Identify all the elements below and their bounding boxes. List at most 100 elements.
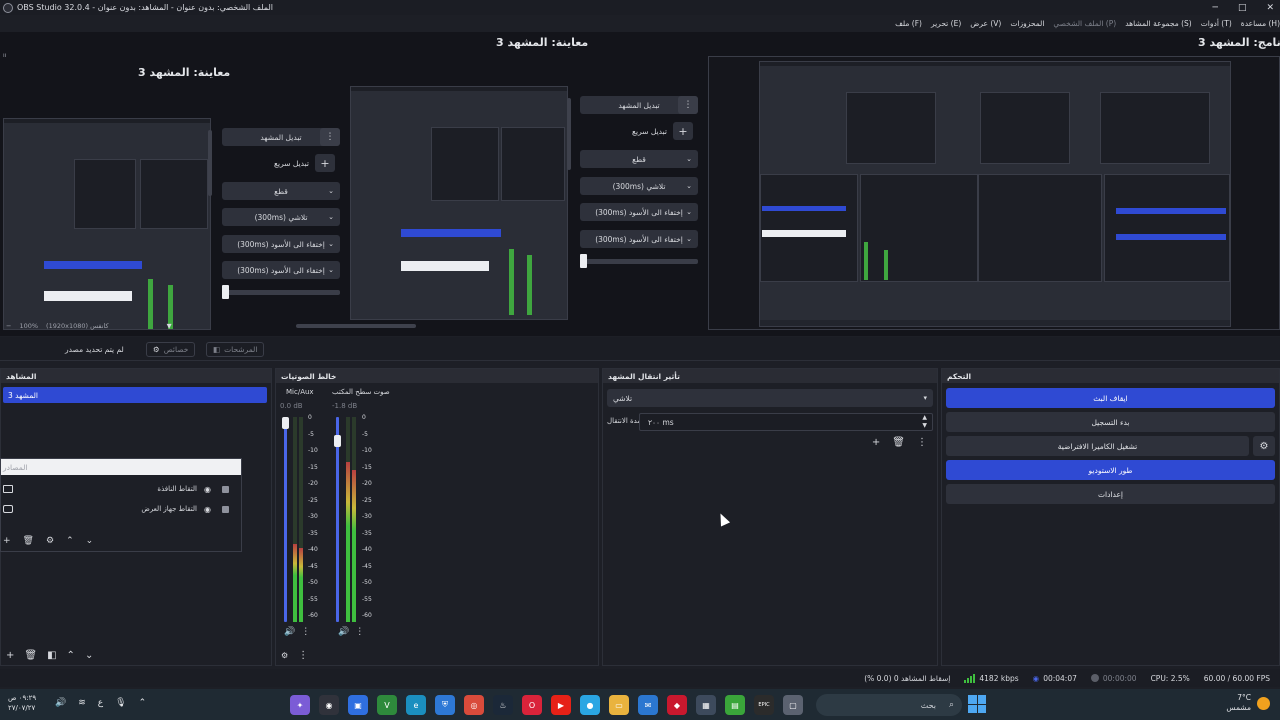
move-up-icon[interactable]: ⌃: [66, 536, 74, 546]
move-down-icon[interactable]: ⌄: [85, 650, 93, 661]
more-icon[interactable]: ⋮: [678, 96, 698, 114]
fader-handle[interactable]: [282, 417, 289, 429]
app-circle-icon[interactable]: ●: [580, 695, 600, 715]
tbar-slider-left[interactable]: [222, 285, 340, 299]
quick-transition-mid[interactable]: تبديل سريع +: [632, 122, 693, 140]
menu-help[interactable]: (H) مساعدة: [1241, 19, 1280, 28]
fader-handle[interactable]: [334, 435, 341, 447]
duration-input[interactable]: ٢٠٠ ms ▲ ▼: [639, 413, 933, 431]
tray-chevron-up-icon[interactable]: ⌃: [139, 698, 147, 708]
chrome-icon[interactable]: ◎: [464, 695, 484, 715]
menu-file[interactable]: (F) ملف: [895, 19, 922, 28]
fade-black-dropdown-mid-2[interactable]: (300ms) إختفاء الى الأسود ⌄: [580, 230, 698, 248]
store-icon[interactable]: ▦: [696, 695, 716, 715]
app-gray-icon[interactable]: ▢: [783, 695, 803, 715]
preview-view-mid[interactable]: [350, 86, 568, 320]
steam-icon[interactable]: ♨: [493, 695, 513, 715]
windows-start-icon[interactable]: [968, 695, 986, 713]
settings-button[interactable]: إعدادات: [946, 484, 1275, 504]
move-up-icon[interactable]: ⌃: [67, 650, 75, 661]
close-button[interactable]: ✕: [1266, 3, 1274, 13]
zoom-chevron-icon[interactable]: ▼: [167, 322, 172, 330]
add-transition-icon[interactable]: +: [872, 437, 880, 448]
fade-dropdown-mid[interactable]: (300ms) تلاشي ⌄: [580, 177, 698, 195]
tbar-handle[interactable]: [580, 254, 587, 268]
vim-icon[interactable]: V: [377, 695, 397, 715]
start-recording-button[interactable]: بدء التسجيل: [946, 412, 1275, 432]
filters-button[interactable]: ◧ المرشحات: [206, 342, 265, 357]
cut-dropdown-left[interactable]: قطع ⌄: [222, 182, 340, 200]
source-item[interactable]: التقاط النافذة ◉: [3, 481, 235, 497]
obs-icon[interactable]: ◉: [319, 695, 339, 715]
menu-edit[interactable]: (E) تحرير: [931, 19, 961, 28]
more-icon[interactable]: ⋮: [355, 627, 364, 637]
fade-black-dropdown-left-2[interactable]: (300ms) إختفاء الى الأسود ⌄: [222, 261, 340, 279]
menu-docks[interactable]: المحزوزات: [1010, 19, 1044, 28]
trash-icon[interactable]: 🗑: [892, 437, 905, 448]
add-scene-icon[interactable]: +: [6, 650, 14, 661]
transition-select[interactable]: تلاشي ▾: [607, 389, 933, 407]
taskbar-search[interactable]: بحث ⌕: [816, 694, 962, 716]
fade-black-dropdown-left-1[interactable]: (300ms) إختفاء الى الأسود ⌄: [222, 235, 340, 253]
wifi-icon[interactable]: ≋: [78, 698, 86, 708]
volume-icon[interactable]: 🔊: [55, 698, 66, 708]
more-icon[interactable]: ⋮: [301, 627, 310, 637]
stop-streaming-button[interactable]: ايقاف البث: [946, 388, 1275, 408]
filter-icon[interactable]: ◧: [47, 650, 56, 661]
mail-icon[interactable]: ✉: [638, 695, 658, 715]
more-icon[interactable]: ⋮: [917, 437, 927, 448]
move-down-icon[interactable]: ⌄: [86, 536, 94, 546]
preview-vscroll-left[interactable]: [208, 130, 212, 196]
plus-icon[interactable]: +: [314, 154, 335, 172]
menu-tools[interactable]: (T) أدوات: [1201, 19, 1232, 28]
volume-fader-desktop[interactable]: [334, 417, 341, 622]
microphone-icon[interactable]: 🎙: [115, 698, 126, 708]
properties-button[interactable]: ⚙ خصائص: [146, 342, 196, 357]
more-icon[interactable]: ⋮: [298, 650, 308, 661]
speaker-icon[interactable]: 🔊: [338, 627, 349, 637]
program-view[interactable]: [708, 56, 1280, 330]
virtual-camera-button[interactable]: تشغيل الكاميرا الافتراضية: [946, 436, 1249, 456]
shield-icon[interactable]: ⛨: [435, 695, 455, 715]
tbar-slider-mid[interactable]: [580, 254, 698, 268]
scene-list-item[interactable]: المشهد 3: [3, 387, 267, 403]
fade-black-dropdown-mid-1[interactable]: (300ms) إختفاء الى الأسود ⌄: [580, 203, 698, 221]
preview-area[interactable]: برنامج: المشهد 3 معاينة: المشهد 3 معاينة…: [0, 32, 1280, 336]
red-app-icon[interactable]: ◆: [667, 695, 687, 715]
scene-switch-button-mid[interactable]: تبديل المشهد ⋮: [580, 96, 698, 114]
cut-dropdown-mid[interactable]: قطع ⌄: [580, 150, 698, 168]
virtual-camera-gear-icon[interactable]: ⚙: [1253, 436, 1275, 456]
fade-dropdown-left[interactable]: (300ms) تلاشي ⌄: [222, 208, 340, 226]
tbar-handle[interactable]: [222, 285, 229, 299]
menu-scene-collection[interactable]: (S) مجموعة المشاهد: [1125, 19, 1192, 28]
quick-transition-left[interactable]: تبديل سريع +: [274, 154, 335, 172]
studio-mode-button[interactable]: طور الاستوديو: [946, 460, 1275, 480]
eye-icon[interactable]: ◉: [204, 485, 211, 494]
speaker-icon[interactable]: 🔊: [284, 627, 295, 637]
edge-icon[interactable]: e: [406, 695, 426, 715]
eye-icon[interactable]: ◉: [204, 505, 211, 514]
add-source-icon[interactable]: +: [3, 536, 11, 546]
minimize-button[interactable]: ─: [1213, 3, 1218, 13]
lock-icon[interactable]: [222, 505, 229, 513]
audio-settings-icon[interactable]: ⚙: [281, 651, 288, 660]
weather-widget[interactable]: 7°C مشمس: [1226, 693, 1270, 713]
preview-hscroll[interactable]: [296, 324, 416, 328]
maximize-button[interactable]: □: [1238, 3, 1247, 13]
source-item[interactable]: التقاط جهاز العرض ◉: [3, 501, 235, 517]
folder-icon[interactable]: ▭: [609, 695, 629, 715]
preview-vscroll-mid[interactable]: [567, 98, 571, 170]
language-indicator[interactable]: ع: [98, 698, 103, 708]
lock-icon[interactable]: [222, 485, 229, 493]
clock[interactable]: ٠٩:٢٩ ص ٢٧/٠٧/٢٧: [8, 693, 36, 713]
preview-view-left[interactable]: [3, 118, 211, 330]
copilot-icon[interactable]: ✦: [290, 695, 310, 715]
scene-switch-button-left[interactable]: تبديل المشهد ⋮: [222, 128, 340, 146]
opera-icon[interactable]: O: [522, 695, 542, 715]
volume-fader-mic[interactable]: [282, 417, 289, 622]
plus-icon[interactable]: +: [672, 122, 693, 140]
zoom-out-button[interactable]: −: [6, 322, 11, 330]
youtube-icon[interactable]: ▶: [551, 695, 571, 715]
trash-icon[interactable]: 🗑: [24, 650, 37, 661]
menu-view[interactable]: (V) عرض: [970, 19, 1001, 28]
